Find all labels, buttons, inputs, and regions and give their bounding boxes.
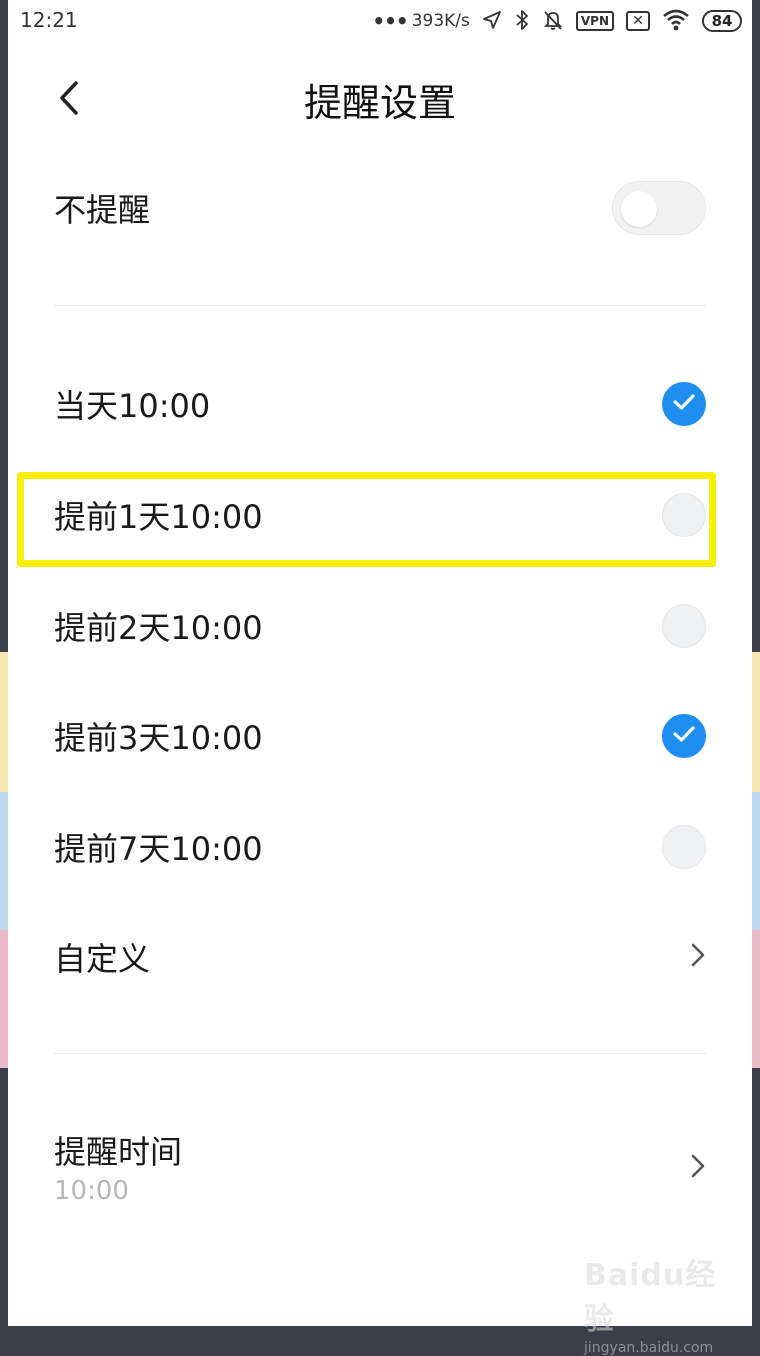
bluetooth-icon bbox=[514, 9, 530, 34]
remind-time-label: 提醒时间 bbox=[54, 1133, 183, 1171]
check-icon bbox=[672, 393, 696, 415]
option-label: 提前2天10:00 bbox=[54, 609, 263, 647]
option-row-7-days-before[interactable]: 提前7天10:00 bbox=[54, 817, 706, 877]
option-radio-unchecked[interactable] bbox=[662, 825, 706, 869]
watermark-url: jingyan.baidu.com bbox=[584, 1340, 714, 1356]
no-sim-icon: ✕ bbox=[626, 11, 650, 31]
bell-off-icon bbox=[542, 9, 564, 34]
custom-row[interactable]: 自定义 bbox=[54, 927, 706, 987]
no-remind-label: 不提醒 bbox=[54, 191, 151, 229]
page-title: 提醒设置 bbox=[303, 81, 456, 125]
option-radio-checked[interactable] bbox=[662, 714, 706, 758]
remind-time-value: 10:00 bbox=[54, 1176, 129, 1206]
option-label: 提前7天10:00 bbox=[54, 830, 263, 868]
custom-label: 自定义 bbox=[54, 940, 151, 978]
wifi-icon bbox=[662, 9, 690, 34]
check-icon bbox=[672, 725, 696, 747]
battery-icon: 84 bbox=[702, 10, 742, 32]
option-label: 当天10:00 bbox=[54, 387, 211, 425]
divider bbox=[54, 305, 706, 306]
network-speed-text: 393K/s bbox=[411, 11, 470, 31]
network-speed: ••• 393K/s bbox=[372, 9, 470, 33]
baidu-watermark: Baidu经验 jingyan.baidu.com bbox=[584, 1250, 734, 1356]
location-icon bbox=[482, 10, 502, 33]
option-row-3-days-before[interactable]: 提前3天10:00 bbox=[54, 706, 706, 766]
option-row-same-day[interactable]: 当天10:00 bbox=[54, 374, 706, 434]
option-row-2-days-before[interactable]: 提前2天10:00 bbox=[54, 596, 706, 656]
status-bar: 12:21 ••• 393K/s VPN ✕ 84 bbox=[8, 0, 752, 42]
status-time: 12:21 bbox=[20, 8, 78, 32]
edge-accent-pink-left bbox=[0, 930, 8, 1068]
annotation-highlight-box bbox=[17, 472, 716, 567]
option-radio-unchecked[interactable] bbox=[662, 604, 706, 648]
no-remind-row: 不提醒 bbox=[54, 178, 706, 238]
edge-accent-blue-left bbox=[0, 792, 8, 930]
divider bbox=[54, 1053, 706, 1054]
chevron-right-icon bbox=[690, 1153, 706, 1183]
vpn-icon: VPN bbox=[575, 11, 614, 31]
remind-time-row[interactable]: 提醒时间 bbox=[54, 1120, 706, 1180]
edge-accent-pink-right bbox=[752, 930, 760, 1068]
edge-accent-yellow-left bbox=[0, 652, 8, 792]
edge-accent-blue-right bbox=[752, 792, 760, 930]
status-icons: ••• 393K/s VPN ✕ 84 bbox=[372, 6, 742, 36]
chevron-right-icon bbox=[690, 942, 706, 972]
toggle-knob bbox=[621, 191, 657, 227]
edge-accent-yellow-right bbox=[752, 652, 760, 792]
option-radio-checked[interactable] bbox=[662, 382, 706, 426]
no-remind-toggle[interactable] bbox=[612, 181, 706, 235]
more-dots-icon: ••• bbox=[372, 9, 408, 33]
watermark-brand: Baidu经验 bbox=[584, 1258, 717, 1337]
option-label: 提前3天10:00 bbox=[54, 719, 263, 757]
